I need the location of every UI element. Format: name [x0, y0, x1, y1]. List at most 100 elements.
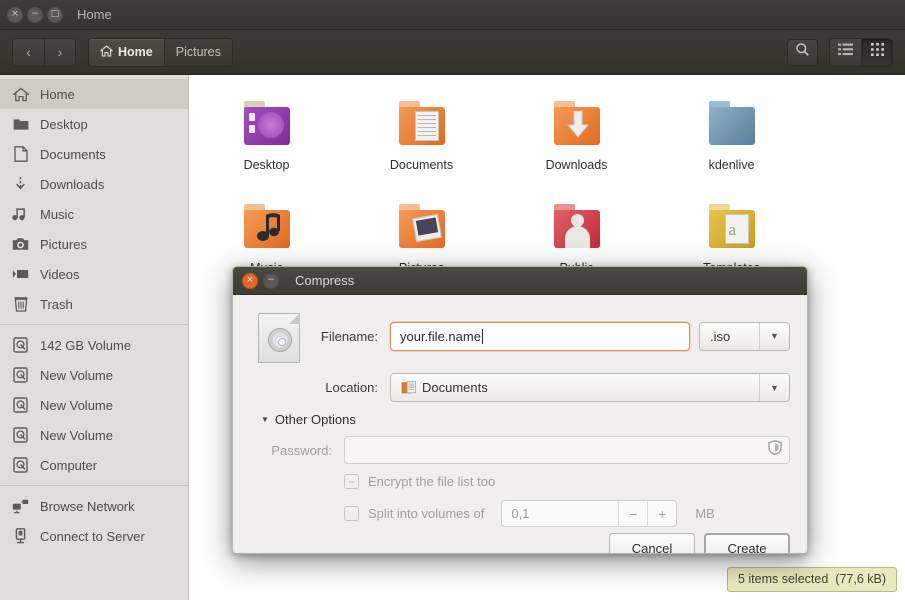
- create-button[interactable]: Create: [704, 533, 790, 553]
- window-titlebar: × − □ Home: [0, 0, 905, 30]
- file-item-desktop[interactable]: Desktop: [189, 91, 344, 172]
- spacer-cell: [250, 386, 308, 390]
- cancel-button[interactable]: Cancel: [609, 533, 695, 553]
- sidebar-item-documents[interactable]: Documents: [0, 139, 188, 169]
- file-item-kdenlive[interactable]: kdenlive: [654, 91, 809, 172]
- breadcrumb: Home Pictures: [88, 37, 233, 67]
- list-view-button[interactable]: [830, 38, 861, 66]
- sidebar-item-home[interactable]: Home: [0, 79, 188, 109]
- file-item-templates[interactable]: a Templates: [654, 194, 809, 275]
- search-button[interactable]: [787, 38, 818, 66]
- sidebar-item-browse-network[interactable]: Browse Network: [0, 491, 188, 521]
- folder-music-icon: [241, 202, 293, 254]
- folder-special-icon: [241, 99, 293, 151]
- folder-icon: [12, 116, 29, 133]
- sidebar-item-label: Pictures: [40, 236, 87, 252]
- window-close-button[interactable]: ×: [7, 6, 23, 23]
- drive-icon: [12, 397, 29, 414]
- back-button[interactable]: ‹: [13, 38, 44, 66]
- sidebar-item-142-gb-volume[interactable]: 142 GB Volume: [0, 330, 188, 360]
- dialog-close-button[interactable]: ×: [242, 272, 258, 289]
- folder-downloads-icon: [551, 99, 603, 151]
- home-icon: [99, 44, 114, 60]
- file-row: Desktop Documents Downloads kdenlive: [189, 91, 905, 172]
- download-icon: [12, 176, 29, 193]
- window-maximize-button[interactable]: □: [47, 6, 63, 23]
- folder-public-icon: [551, 202, 603, 254]
- document-icon: [12, 146, 29, 163]
- sidebar-item-new-volume-2[interactable]: New Volume: [0, 390, 188, 420]
- drive-icon: [12, 427, 29, 444]
- window-minimize-button[interactable]: −: [27, 6, 43, 23]
- sidebar-item-trash[interactable]: Trash: [0, 289, 188, 319]
- navigation-buttons: ‹ ›: [12, 37, 76, 67]
- triangle-down-icon: ▼: [261, 415, 269, 424]
- location-select[interactable]: Documents ▼: [390, 373, 790, 402]
- status-text: 5 items selected: [737, 572, 829, 586]
- sidebar-item-downloads[interactable]: Downloads: [0, 169, 188, 199]
- main-toolbar: ‹ › Home Pictures: [0, 30, 905, 75]
- split-size-decrement-button[interactable]: −: [618, 501, 647, 526]
- breadcrumb-item-pictures[interactable]: Pictures: [163, 38, 232, 66]
- split-size-increment-button[interactable]: +: [647, 501, 676, 526]
- password-input[interactable]: [344, 436, 790, 464]
- sidebar-item-music[interactable]: Music: [0, 199, 188, 229]
- server-icon: [12, 528, 29, 545]
- grid-view-button[interactable]: [861, 38, 892, 66]
- filename-row: Filename: your.file.name .iso ▼: [250, 309, 790, 363]
- drive-icon: [12, 337, 29, 354]
- password-row: Password:: [250, 436, 790, 464]
- window-title: Home: [77, 7, 112, 22]
- sidebar-item-desktop[interactable]: Desktop: [0, 109, 188, 139]
- search-icon: [795, 42, 810, 62]
- file-item-label: Downloads: [545, 158, 608, 172]
- filename-label: Filename:: [320, 328, 378, 344]
- split-volumes-checkbox[interactable]: [344, 506, 359, 521]
- sidebar-item-label: Connect to Server: [40, 528, 145, 544]
- dialog-minimize-button[interactable]: −: [263, 272, 279, 289]
- sidebar-item-connect-to-server[interactable]: Connect to Server: [0, 521, 188, 551]
- file-item-label: Desktop: [243, 158, 290, 172]
- folder-documents-icon: [396, 99, 448, 151]
- sidebar-item-label: Trash: [40, 296, 73, 312]
- other-options-expander[interactable]: ▼ Other Options: [261, 412, 790, 427]
- extension-select[interactable]: .iso ▼: [699, 321, 790, 351]
- encrypt-file-list-row[interactable]: − Encrypt the file list too: [344, 474, 790, 489]
- split-volumes-row: Split into volumes of 0,1 − + MB: [344, 500, 790, 527]
- chevron-down-icon: ▼: [759, 374, 789, 401]
- file-row: Music Pictures: [189, 194, 905, 275]
- sidebar-item-label: Documents: [40, 146, 106, 162]
- network-icon: [12, 498, 29, 515]
- sidebar-item-computer[interactable]: Computer: [0, 450, 188, 480]
- dialog-titlebar: × − Compress: [233, 267, 807, 295]
- list-view-icon: [838, 43, 853, 61]
- file-item-pictures[interactable]: Pictures: [344, 194, 499, 275]
- dialog-button-row: Cancel Create: [250, 533, 790, 553]
- extension-value: .iso: [710, 328, 731, 344]
- sidebar-item-videos[interactable]: Videos: [0, 259, 188, 289]
- camera-icon: [12, 236, 29, 253]
- folder-kdenlive-icon: [706, 99, 758, 151]
- forward-button[interactable]: ›: [44, 38, 75, 66]
- encrypt-file-list-checkbox[interactable]: −: [344, 474, 359, 489]
- sidebar-item-label: Music: [40, 206, 74, 222]
- video-icon: [12, 266, 29, 283]
- sidebar-item-label: Browse Network: [40, 498, 135, 514]
- file-item-music[interactable]: Music: [189, 194, 344, 275]
- sidebar-separator: [0, 485, 188, 486]
- sidebar-item-label: New Volume: [40, 397, 113, 413]
- sidebar-item-pictures[interactable]: Pictures: [0, 229, 188, 259]
- file-item-public[interactable]: Public: [499, 194, 654, 275]
- filename-input[interactable]: your.file.name: [390, 321, 690, 351]
- file-item-documents[interactable]: Documents: [344, 91, 499, 172]
- split-size-stepper[interactable]: 0,1 − +: [501, 500, 678, 527]
- dialog-title: Compress: [295, 273, 355, 288]
- sidebar-item-new-volume-3[interactable]: New Volume: [0, 420, 188, 450]
- sidebar-item-new-volume-1[interactable]: New Volume: [0, 360, 188, 390]
- split-volumes-label: Split into volumes of: [368, 506, 485, 521]
- breadcrumb-item-home[interactable]: Home: [89, 38, 164, 66]
- file-item-downloads[interactable]: Downloads: [499, 91, 654, 172]
- split-size-value[interactable]: 0,1: [502, 506, 618, 521]
- other-options-label: Other Options: [274, 412, 356, 427]
- grid-view-icon: [870, 43, 884, 61]
